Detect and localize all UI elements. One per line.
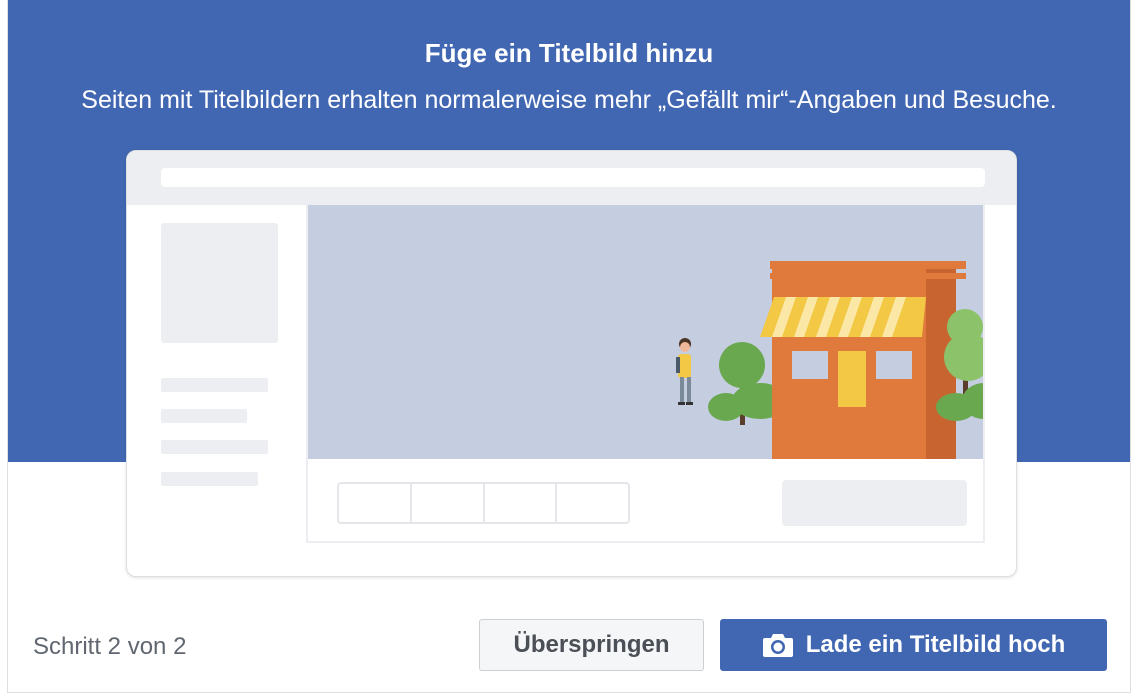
preview-cover-area: [308, 205, 983, 459]
storefront-illustration: [676, 261, 983, 459]
preview-text-line: [161, 378, 268, 392]
preview-text-line: [161, 409, 247, 423]
step-indicator: Schritt 2 von 2: [33, 633, 187, 660]
preview-tab: [412, 484, 485, 522]
upload-button-label: Lade ein Titelbild hoch: [805, 631, 1066, 658]
dialog-title: Füge ein Titelbild hinzu: [424, 38, 714, 68]
preview-page-content: [306, 205, 985, 543]
preview-tab: [557, 484, 628, 522]
preview-text-line: [161, 472, 258, 486]
dialog-subtitle: Seiten mit Titelbildern erhalten normale…: [81, 86, 1057, 114]
preview-tab: [339, 484, 412, 522]
preview-address-bar: [161, 168, 985, 187]
preview-text-line: [161, 440, 268, 454]
preview-tab-group: [337, 482, 630, 524]
preview-tab: [485, 484, 558, 522]
person-illustration: [676, 338, 693, 405]
skip-button[interactable]: Überspringen: [479, 619, 704, 671]
preview-action-button: [782, 480, 967, 526]
add-cover-photo-dialog: Füge ein Titelbild hinzu Seiten mit Tite…: [7, 0, 1131, 693]
camera-icon: [762, 634, 793, 657]
preview-profile-placeholder: [161, 223, 278, 343]
skip-button-label: Überspringen: [513, 631, 670, 658]
preview-browser-bar: [127, 151, 1016, 205]
upload-cover-photo-button[interactable]: Lade ein Titelbild hoch: [720, 619, 1107, 671]
page-preview-illustration: [126, 150, 1017, 577]
